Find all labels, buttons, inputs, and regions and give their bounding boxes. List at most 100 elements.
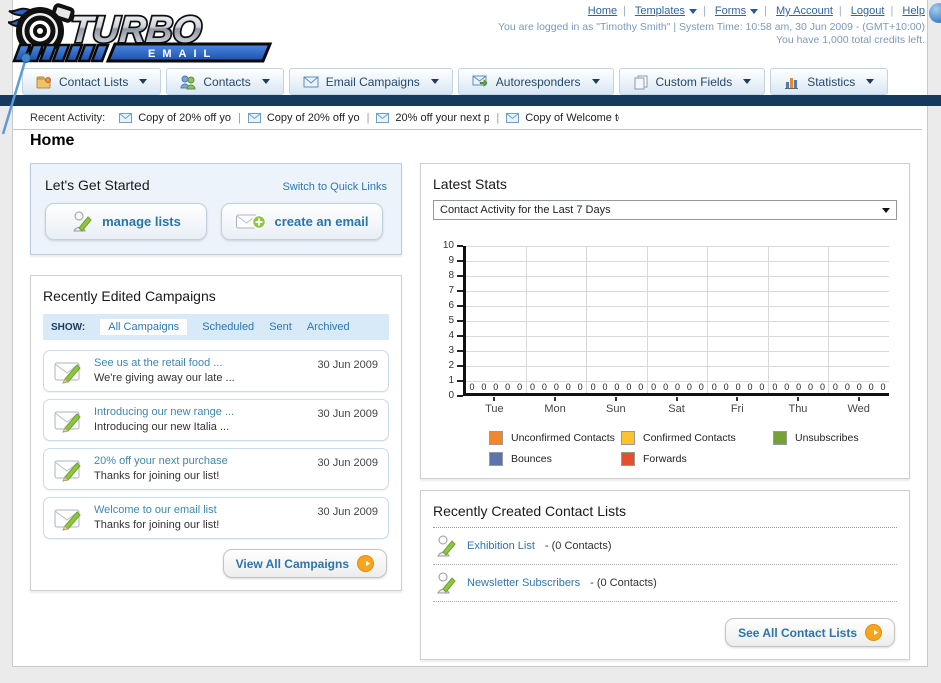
legend-swatch	[773, 431, 787, 445]
tab-autoresponders[interactable]: Autoresponders	[457, 68, 614, 95]
envelope-icon	[303, 76, 319, 87]
filter-all-campaigns[interactable]: All Campaigns	[100, 319, 188, 335]
campaign-date: 30 Jun 2009	[317, 457, 378, 469]
y-axis-tick: 8	[448, 270, 454, 281]
link-separator: |	[764, 5, 767, 17]
bar-value-label: 0	[602, 382, 608, 392]
tab-contact-lists[interactable]: Contact Lists	[22, 68, 162, 95]
y-axis-tick-mark	[457, 380, 463, 382]
switch-quick-links[interactable]: Switch to Quick Links	[282, 181, 387, 193]
contacts-icon	[180, 75, 196, 89]
campaign-row: See us at the retail food ... We're givi…	[43, 350, 389, 392]
chart-day-column: 00000	[586, 246, 647, 393]
tab-contacts[interactable]: Contacts	[166, 68, 284, 95]
top-nav-links: Home | Templates | Forms | My Account | Logo…	[588, 5, 925, 17]
recent-activity-item[interactable]: Copy of Welcome to	[506, 112, 619, 124]
tab-custom-fields[interactable]: Custom Fields	[618, 68, 766, 95]
contact-list-link[interactable]: Newsletter Subscribers	[467, 577, 580, 589]
manage-lists-button[interactable]: manage lists	[45, 203, 207, 240]
bar-value-label: 0	[565, 382, 571, 392]
app-logo[interactable]: EMAIL TURBO	[7, 2, 278, 69]
y-axis-tick-mark	[457, 335, 463, 337]
y-axis-tick: 9	[448, 255, 454, 266]
tab-statistics[interactable]: Statistics	[770, 68, 889, 95]
button-label: View All Campaigns	[235, 556, 349, 571]
recent-activity-item[interactable]: Copy of 20% off yo	[119, 112, 231, 124]
bar-value-label: 0	[747, 382, 753, 392]
bar-chart-icon	[785, 77, 799, 89]
link-my-account[interactable]: My Account	[776, 5, 833, 17]
contact-list-link[interactable]: Exhibition List	[467, 540, 535, 552]
latest-stats-panel: Latest Stats Contact Activity for the La…	[420, 163, 910, 479]
contact-list-row: Newsletter Subscribers (0 Contacts)	[433, 565, 897, 602]
bar-value-label: 0	[469, 382, 475, 392]
link-separator: |	[623, 5, 626, 17]
envelope-pencil-icon	[54, 509, 81, 531]
campaign-row: Introducing our new range ... Introducin…	[43, 399, 389, 441]
arrow-right-icon	[357, 555, 374, 572]
recent-activity-item[interactable]: Copy of 20% off yo	[247, 112, 360, 124]
value-label-row: 00000	[587, 382, 647, 392]
bar-value-label: 0	[856, 382, 862, 392]
legend-swatch	[489, 431, 503, 445]
envelope-icon	[119, 112, 133, 123]
x-axis-label: Thu	[768, 396, 829, 415]
campaign-date: 30 Jun 2009	[317, 359, 378, 371]
see-all-contact-lists-button[interactable]: See All Contact Lists	[725, 618, 895, 647]
filter-sent[interactable]: Sent	[269, 321, 292, 333]
recently-created-contact-lists-panel: Recently Created Contact Lists Exhibitio…	[420, 490, 910, 660]
chart-day-column: 00000	[466, 246, 526, 393]
campaign-subtitle: Thanks for joining our list!	[94, 519, 220, 531]
value-label-row: 00000	[527, 382, 587, 392]
campaign-title-link[interactable]: Introducing our new range ...	[94, 405, 234, 420]
create-email-button[interactable]: create an email	[221, 203, 383, 240]
bar-value-label: 0	[493, 382, 499, 392]
link-templates[interactable]: Templates	[635, 5, 685, 17]
filter-scheduled[interactable]: Scheduled	[202, 321, 254, 333]
bar-value-label: 0	[505, 382, 511, 392]
campaign-title-link[interactable]: 20% off your next purchase	[94, 454, 228, 469]
view-all-campaigns-button[interactable]: View All Campaigns	[222, 549, 387, 578]
envelope-pencil-icon	[54, 362, 81, 384]
logo-pin-decoration-icon	[1, 53, 31, 135]
campaign-title-link[interactable]: Welcome to our email list	[94, 503, 219, 518]
chevron-down-icon	[689, 8, 697, 14]
item-separator: |	[237, 111, 241, 124]
x-axis-label: Tue	[464, 396, 525, 415]
bar-value-label: 0	[638, 382, 644, 392]
arrow-right-icon	[865, 624, 882, 641]
link-help[interactable]: Help	[902, 5, 925, 17]
page: EMAIL TURBO Home | Templates | Forms | My A…	[0, 0, 941, 683]
tab-label: Custom Fields	[655, 74, 733, 89]
link-home[interactable]: Home	[588, 5, 617, 17]
link-logout[interactable]: Logout	[851, 5, 885, 17]
envelope-arrow-icon	[472, 75, 488, 87]
recent-activity-text: Copy of 20% off yo	[138, 111, 231, 124]
main-nav-tabs: Contact Lists Contacts Email Campaigns A…	[22, 68, 889, 95]
tab-email-campaigns[interactable]: Email Campaigns	[288, 68, 453, 95]
item-separator: |	[496, 111, 500, 124]
y-axis-tick: 10	[442, 240, 454, 251]
link-forms[interactable]: Forms	[715, 5, 746, 17]
tab-label: Contacts	[203, 74, 251, 89]
item-separator: |	[366, 111, 370, 124]
svg-text:TURBO: TURBO	[69, 8, 204, 50]
bar-value-label: 0	[832, 382, 838, 392]
stats-period-select[interactable]: Contact Activity for the Last 7 Days	[433, 200, 897, 220]
recent-activity-item[interactable]: 20% off your next p	[376, 112, 489, 124]
legend-item: Confirmed Contacts	[621, 431, 773, 445]
person-pencil-icon	[73, 211, 92, 232]
chevron-down-icon	[882, 207, 890, 213]
chevron-down-icon	[430, 79, 439, 84]
value-label-row: 00000	[648, 382, 708, 392]
button-label: manage lists	[102, 214, 181, 229]
campaign-title-link[interactable]: See us at the retail food ...	[94, 356, 235, 371]
y-axis-tick: 7	[448, 285, 454, 296]
bar-value-label: 0	[819, 382, 825, 392]
y-axis-tick: 6	[448, 300, 454, 311]
chart-day-column: 00000	[646, 246, 708, 393]
filter-archived[interactable]: Archived	[307, 321, 350, 333]
tab-label: Autoresponders	[495, 74, 581, 89]
legend-label: Forwards	[643, 453, 687, 465]
bar-value-label: 0	[674, 382, 680, 392]
